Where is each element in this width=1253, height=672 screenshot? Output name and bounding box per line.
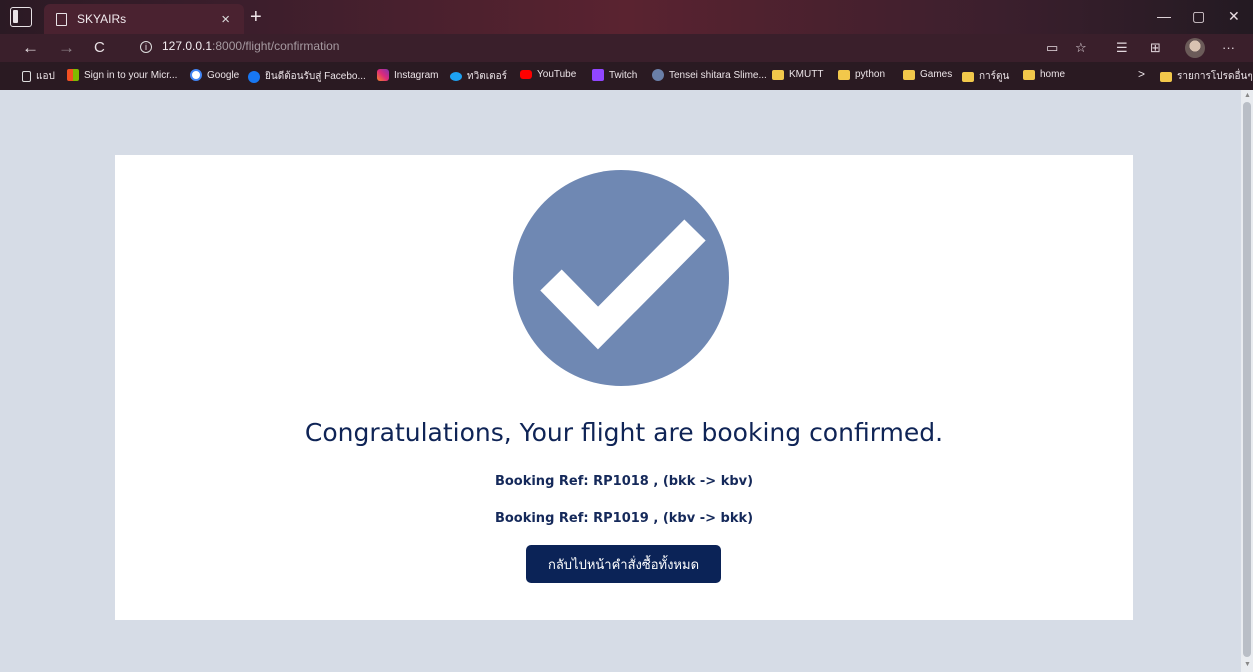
tab-title: SKYAIRs xyxy=(77,12,127,26)
bookmark-label: Google xyxy=(207,69,240,81)
new-tab-icon[interactable]: + xyxy=(250,6,262,29)
page-icon xyxy=(22,71,31,82)
tab-close-icon[interactable]: × xyxy=(221,11,230,28)
scroll-down-icon[interactable]: ▼ xyxy=(1244,661,1251,668)
booking-ref-outbound: Booking Ref: RP1018 , (bkk -> kbv) xyxy=(494,474,754,489)
bookmark-google[interactable]: Google xyxy=(190,69,239,81)
bookmark-twitter[interactable]: ทวิตเตอร์ xyxy=(450,69,507,84)
url-host: 127.0.0.1 xyxy=(162,39,213,53)
page-viewport: Congratulations, Your flight are booking… xyxy=(0,90,1241,672)
url-field[interactable]: i 127.0.0.1:8000/flight/confirmation xyxy=(140,39,339,53)
browser-titlebar: SKYAIRs × + — ▢ ✕ xyxy=(0,0,1253,34)
bookmark-label: ทวิตเตอร์ xyxy=(467,71,507,82)
bookmark-folder-other[interactable]: รายการโปรดอื่นๆ xyxy=(1160,69,1253,84)
microsoft-icon xyxy=(67,69,79,81)
bookmark-label: Twitch xyxy=(609,69,638,81)
bookmark-microsoft[interactable]: Sign in to your Micr... xyxy=(67,69,177,81)
bookmark-label: YouTube xyxy=(537,69,577,80)
bookmark-folder-python[interactable]: python xyxy=(838,69,885,80)
folder-icon xyxy=(1160,71,1172,82)
bookmark-label: การ์ตูน xyxy=(979,71,1010,82)
bookmark-label: Sign in to your Micr... xyxy=(84,69,178,81)
address-bar: ← → C i 127.0.0.1:8000/flight/confirmatio… xyxy=(0,34,1253,62)
tab-actions-icon[interactable] xyxy=(10,7,32,27)
bookmark-twitch[interactable]: Twitch xyxy=(592,69,637,81)
anime-icon xyxy=(652,69,664,81)
folder-icon xyxy=(838,69,850,80)
google-icon xyxy=(190,69,202,81)
profile-avatar[interactable] xyxy=(1185,38,1205,58)
browser-tab[interactable]: SKYAIRs × xyxy=(44,4,244,34)
close-window-icon[interactable]: ✕ xyxy=(1228,8,1240,25)
bookmarks-bar: แอป Sign in to your Micr... Google ยินดี… xyxy=(0,62,1253,90)
bookmarks-overflow-icon[interactable]: > xyxy=(1138,67,1145,81)
favorites-icon[interactable]: ☰ xyxy=(1116,40,1128,56)
bookmark-label: Games xyxy=(920,69,953,80)
more-icon[interactable]: ··· xyxy=(1222,40,1235,55)
youtube-icon xyxy=(520,70,532,79)
bookmark-label: รายการโปรดอื่นๆ xyxy=(1177,71,1253,82)
folder-icon xyxy=(772,69,784,80)
folder-icon xyxy=(962,71,974,82)
instagram-icon xyxy=(377,69,389,81)
collections-icon[interactable]: ⊞ xyxy=(1150,40,1161,56)
bookmark-folder-home[interactable]: home xyxy=(1023,69,1065,80)
bookmark-slime[interactable]: Tensei shitara Slime... xyxy=(652,69,767,81)
scroll-up-icon[interactable]: ▲ xyxy=(1244,92,1251,99)
scrollbar-thumb[interactable] xyxy=(1243,102,1251,657)
reload-icon[interactable]: C xyxy=(94,39,105,56)
confirmation-card: Congratulations, Your flight are booking… xyxy=(115,155,1133,620)
bookmark-youtube[interactable]: YouTube xyxy=(520,69,576,80)
bookmark-label: python xyxy=(855,69,886,80)
page-icon xyxy=(56,12,67,26)
bookmark-label: ยินดีต้อนรับสู่ Facebo... xyxy=(265,71,366,82)
folder-icon xyxy=(1023,69,1035,80)
bookmark-label: KMUTT xyxy=(789,69,824,80)
restore-icon[interactable]: ▢ xyxy=(1192,8,1205,25)
bookmark-label: Tensei shitara Slime... xyxy=(669,69,767,81)
add-favorite-icon[interactable]: ☆ xyxy=(1075,40,1087,56)
bookmark-folder-games[interactable]: Games xyxy=(903,69,952,80)
bookmark-folder-kmutt[interactable]: KMUTT xyxy=(772,69,823,80)
check-circle-icon xyxy=(513,170,729,386)
bookmark-label: Instagram xyxy=(394,69,439,81)
booking-ref-return: Booking Ref: RP1019 , (kbv -> bkk) xyxy=(494,511,754,526)
page-scrollbar[interactable]: ▲ ▼ xyxy=(1241,90,1253,672)
minimize-icon[interactable]: — xyxy=(1157,8,1171,24)
bookmark-instagram[interactable]: Instagram xyxy=(377,69,438,81)
bookmark-facebook[interactable]: ยินดีต้อนรับสู่ Facebo... xyxy=(248,69,366,84)
folder-icon xyxy=(903,69,915,80)
facebook-icon xyxy=(248,70,260,83)
reading-mode-icon[interactable]: ▭ xyxy=(1046,40,1058,56)
checkmark-icon xyxy=(540,219,706,350)
twitch-icon xyxy=(592,69,604,81)
forward-icon[interactable]: → xyxy=(58,38,75,58)
twitter-icon xyxy=(450,72,462,81)
bookmark-apps[interactable]: แอป xyxy=(22,69,55,84)
back-icon[interactable]: ← xyxy=(22,38,39,58)
url-path: :8000/flight/confirmation xyxy=(212,39,340,53)
site-info-icon[interactable]: i xyxy=(140,41,152,53)
bookmark-label: home xyxy=(1040,69,1066,80)
bookmark-label: แอป xyxy=(36,71,55,82)
bookmark-folder-cartoon[interactable]: การ์ตูน xyxy=(962,69,1009,84)
confirmation-headline: Congratulations, Your flight are booking… xyxy=(304,418,944,447)
back-to-orders-button[interactable]: กลับไปหน้าคำสั่งซื้อทั้งหมด xyxy=(526,545,721,583)
